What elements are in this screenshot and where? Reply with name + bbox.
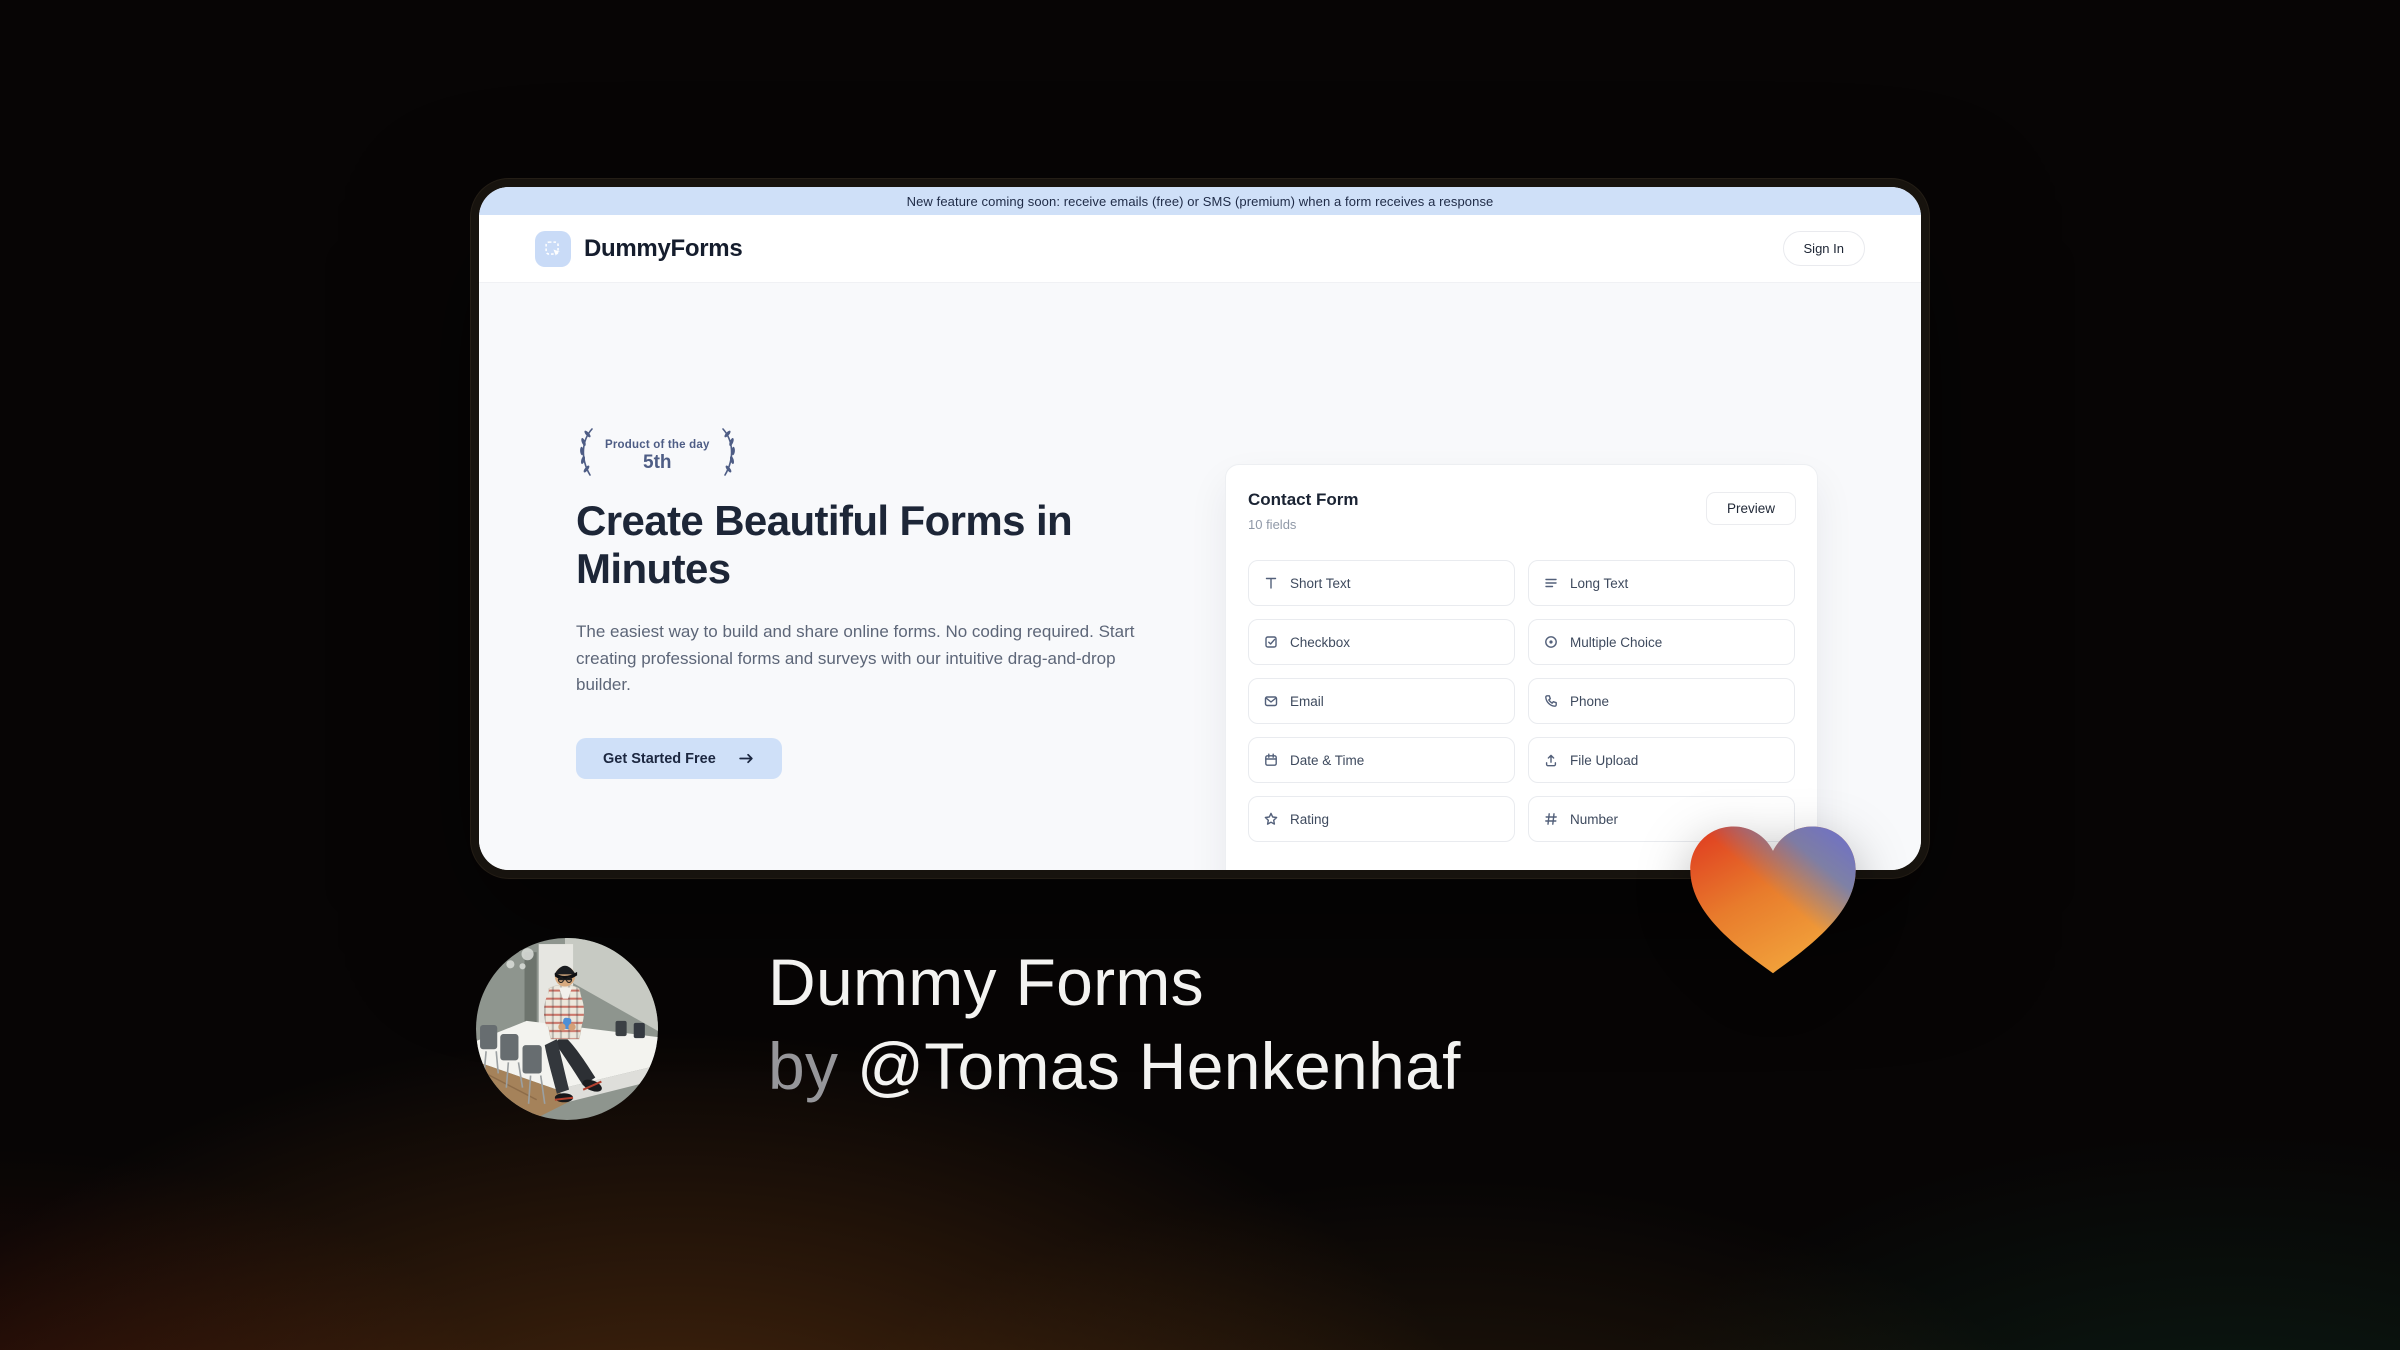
announcement-banner: New feature coming soon: receive emails … [479, 187, 1921, 215]
field-phone[interactable]: Phone [1528, 678, 1795, 724]
radio-icon [1545, 636, 1557, 648]
byline-by-prefix: by [768, 1029, 839, 1103]
award-text: Product of the day 5th [605, 439, 710, 478]
field-file-upload[interactable]: File Upload [1528, 737, 1795, 783]
checkbox-icon [1265, 636, 1277, 648]
announcement-text: New feature coming soon: receive emails … [906, 193, 1494, 209]
sign-in-button[interactable]: Sign In [1782, 231, 1865, 266]
laurel-right-icon [721, 428, 735, 476]
avatar-photo-illustration [476, 938, 658, 1120]
field-email[interactable]: Email [1248, 678, 1515, 724]
upload-icon [1545, 754, 1557, 767]
product-of-the-day-badge: Product of the day 5th [574, 426, 741, 478]
laurel-left-icon [580, 428, 593, 476]
heart-logo [1690, 826, 1856, 974]
field-rating[interactable]: Rating [1248, 796, 1515, 842]
author-avatar [476, 938, 658, 1120]
award-title: Product of the day [605, 439, 710, 451]
byline-author-line: by @Tomas Henkenhaf [768, 1024, 1461, 1108]
field-long-text[interactable]: Long Text [1528, 560, 1795, 606]
form-field-count: 10 fields [1248, 517, 1297, 532]
short-text-icon [1265, 577, 1277, 589]
form-title: Contact Form [1248, 490, 1359, 509]
star-icon [1264, 812, 1278, 825]
field-multiple-choice[interactable]: Multiple Choice [1528, 619, 1795, 665]
byline-credit: Dummy Forms by @Tomas Henkenhaf [768, 940, 1461, 1108]
hero-title: Create Beautiful Forms in Minutes [576, 497, 1073, 592]
cursor-select-icon [545, 240, 560, 256]
calendar-icon [1265, 753, 1277, 766]
byline-author: @Tomas Henkenhaf [856, 1029, 1461, 1103]
arrow-right-icon [739, 753, 753, 764]
byline-product: Dummy Forms [768, 945, 1204, 1019]
award-rank: 5th [643, 452, 672, 473]
field-short-text[interactable]: Short Text [1248, 560, 1515, 606]
long-text-icon [1545, 578, 1557, 588]
get-started-button[interactable]: Get Started Free [576, 738, 782, 779]
hash-icon [1545, 813, 1557, 825]
field-palette: Short Text Long Text Checkbox Multiple C… [1248, 560, 1795, 842]
hero-description: The easiest way to build and share onlin… [576, 622, 1135, 694]
envelope-icon [1264, 696, 1278, 707]
hero-section: Product of the day 5th Create Beautiful … [479, 283, 1921, 870]
field-checkbox[interactable]: Checkbox [1248, 619, 1515, 665]
field-date-time[interactable]: Date & Time [1248, 737, 1515, 783]
preview-button[interactable]: Preview [1705, 492, 1796, 525]
landing-page-window: New feature coming soon: receive emails … [479, 187, 1921, 870]
phone-icon [1545, 695, 1557, 707]
site-header: DummyForms Sign In [479, 215, 1921, 283]
brand-logo[interactable] [535, 230, 571, 267]
brand-name: DummyForms [584, 234, 743, 262]
